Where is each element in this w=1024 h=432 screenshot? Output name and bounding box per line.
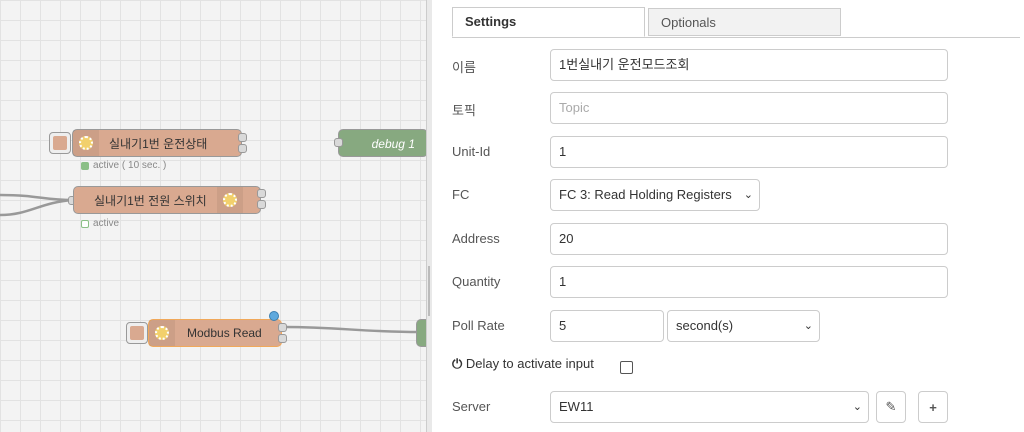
- chevron-down-icon: ⌄: [743, 189, 753, 201]
- name-label: 이름: [452, 60, 476, 75]
- input-port[interactable]: [334, 138, 343, 147]
- node-switch[interactable]: 실내기1번 전원 스위치: [73, 186, 261, 214]
- row-address: Address 20: [452, 223, 1012, 255]
- topic-input[interactable]: Topic: [550, 92, 948, 124]
- gear-icon: [216, 187, 243, 213]
- unit-id-label: Unit-Id: [452, 144, 491, 159]
- gear-icon: [149, 320, 175, 346]
- row-fc: FC FC 3: Read Holding Registers ⌄: [452, 179, 1012, 211]
- row-delay: ⏻ Delay to activate input: [452, 352, 1012, 384]
- quantity-input[interactable]: 1: [550, 266, 948, 298]
- row-poll-rate: Poll Rate 5 second(s) ⌄: [452, 310, 1012, 342]
- row-quantity: Quantity 1: [452, 266, 1012, 298]
- node-label: debug 1: [371, 137, 415, 151]
- gear-icon: [73, 130, 99, 156]
- node-debug[interactable]: debug 1: [338, 129, 426, 157]
- delay-checkbox[interactable]: [620, 361, 633, 374]
- fc-label: FC: [452, 187, 470, 202]
- node-status[interactable]: 실내기1번 운전상태: [72, 129, 242, 157]
- topic-label: 토픽: [452, 103, 476, 118]
- inject-button[interactable]: [126, 322, 148, 344]
- poll-rate-input[interactable]: 5: [550, 310, 664, 342]
- row-topic: 토픽 Topic: [452, 92, 1012, 124]
- changed-indicator: [269, 311, 279, 321]
- power-icon: ⏻: [452, 356, 463, 371]
- tab-optionals[interactable]: Optionals: [648, 8, 841, 36]
- plus-icon: +: [929, 399, 937, 415]
- poll-rate-label: Poll Rate: [452, 318, 505, 333]
- chevron-down-icon: ⌄: [803, 320, 813, 332]
- output-port[interactable]: [238, 133, 247, 142]
- output-port[interactable]: [257, 189, 266, 198]
- flow-canvas[interactable]: 실내기1번 운전상태 active ( 10 sec. ) debug 1 실내…: [0, 0, 426, 432]
- node-status-text: active: [81, 218, 119, 229]
- node-status-text: active ( 10 sec. ): [81, 160, 166, 171]
- node-edit-panel: Settings Optionals 이름 1번실내기 운전모드조회 토픽 To…: [432, 0, 1024, 432]
- node-modbus-read[interactable]: Modbus Read: [148, 319, 282, 347]
- tab-settings[interactable]: Settings: [452, 7, 645, 37]
- poll-rate-unit-select[interactable]: second(s) ⌄: [667, 310, 820, 342]
- server-select[interactable]: EW11 ⌄: [550, 391, 869, 423]
- tab-bar: Settings Optionals: [452, 7, 1020, 38]
- chevron-down-icon: ⌄: [852, 401, 862, 413]
- address-input[interactable]: 20: [550, 223, 948, 255]
- output-port[interactable]: [238, 144, 247, 153]
- row-unit-id: Unit-Id 1: [452, 136, 1012, 168]
- delay-label: ⏻ Delay to activate input: [452, 356, 594, 371]
- row-server: Server EW11 ⌄ ✎ +: [452, 391, 1012, 423]
- quantity-label: Quantity: [452, 274, 501, 289]
- output-port[interactable]: [278, 334, 287, 343]
- pencil-icon: ✎: [885, 399, 897, 414]
- node-label: Modbus Read: [187, 326, 262, 340]
- name-input[interactable]: 1번실내기 운전모드조회: [550, 49, 948, 81]
- add-server-button[interactable]: +: [918, 391, 948, 423]
- edit-server-button[interactable]: ✎: [876, 391, 906, 423]
- wires: [0, 193, 421, 334]
- row-name: 이름 1번실내기 운전모드조회: [452, 49, 1012, 81]
- address-label: Address: [452, 231, 500, 246]
- unit-id-input[interactable]: 1: [550, 136, 948, 168]
- node-partial[interactable]: [416, 319, 426, 347]
- node-label: 실내기1번 운전상태: [109, 136, 208, 151]
- node-label: 실내기1번 전원 스위치: [94, 193, 207, 208]
- output-port[interactable]: [278, 323, 287, 332]
- output-port[interactable]: [257, 200, 266, 209]
- server-label: Server: [452, 399, 491, 414]
- inject-button[interactable]: [49, 132, 71, 154]
- fc-select[interactable]: FC 3: Read Holding Registers ⌄: [550, 179, 760, 211]
